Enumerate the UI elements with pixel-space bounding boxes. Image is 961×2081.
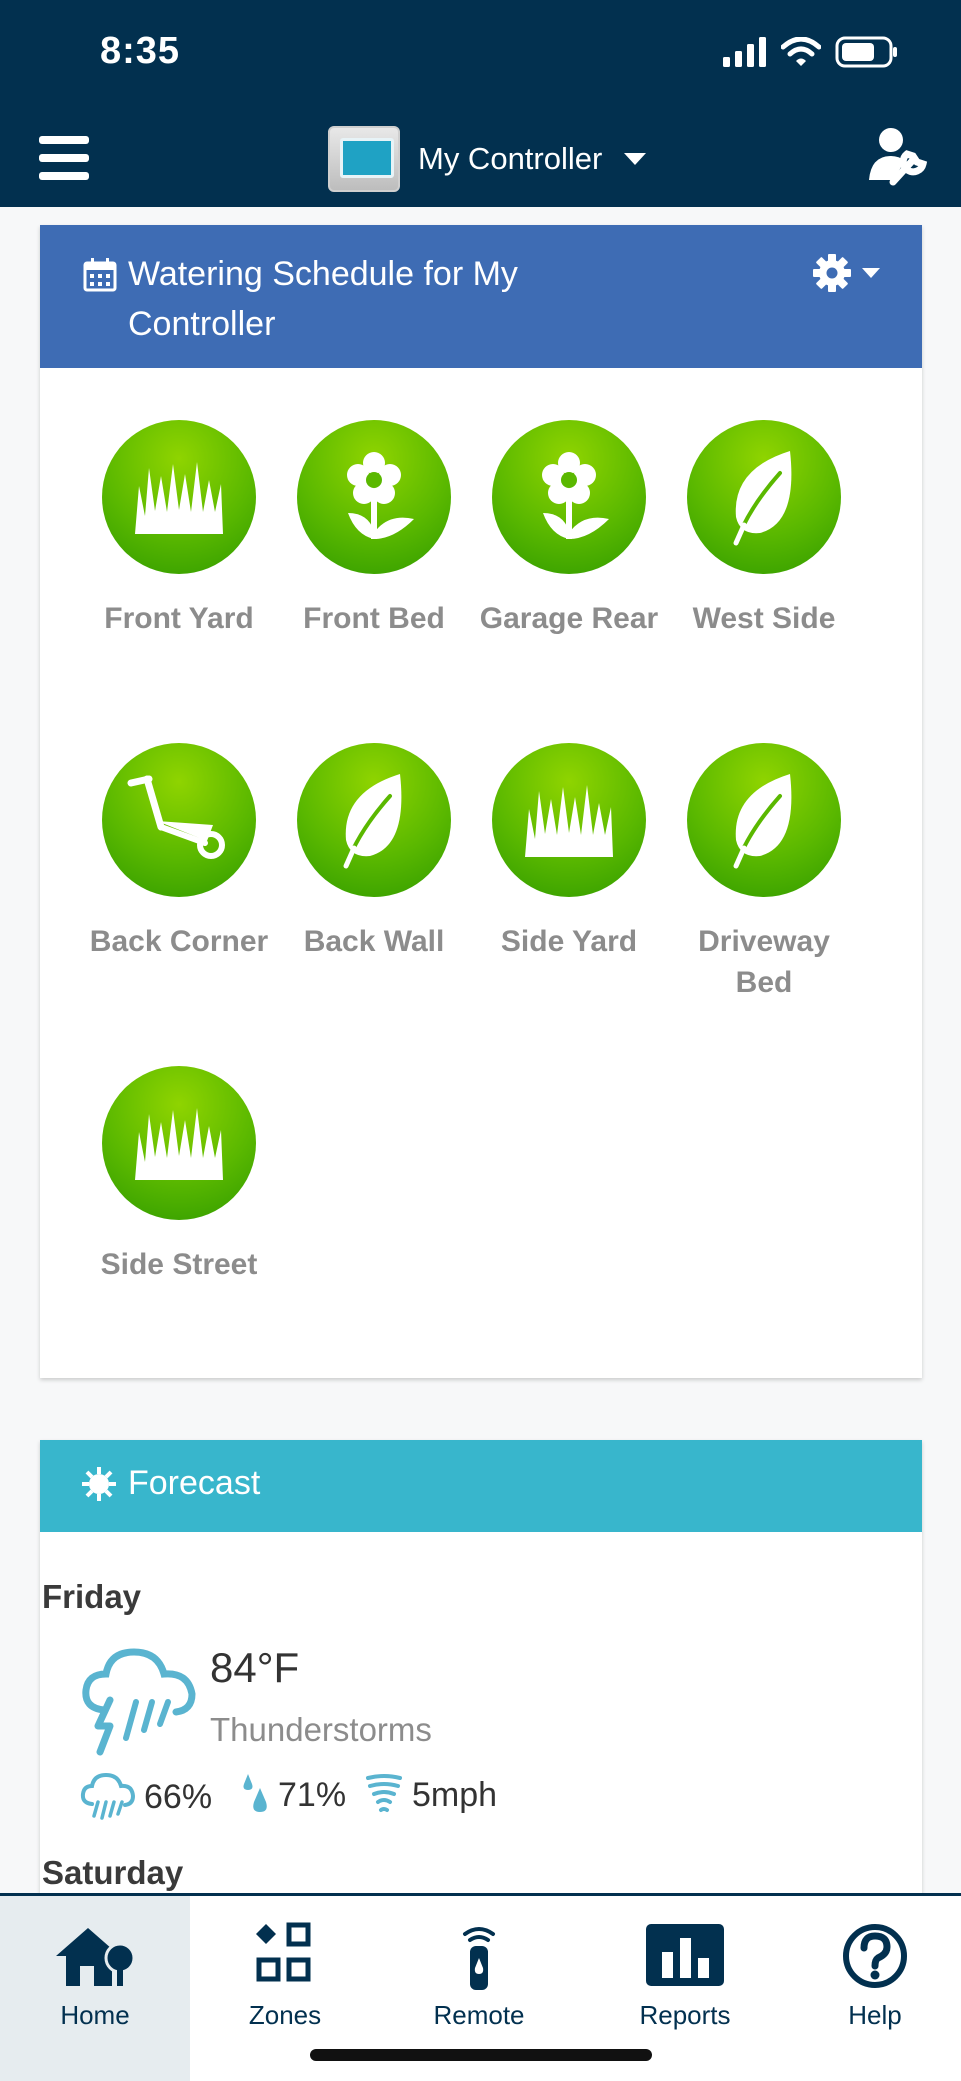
schedule-title: Watering Schedule for My Controller (128, 255, 518, 343)
forecast-condition: Thunderstorms (210, 1711, 432, 1748)
zone-name: Side Yard (500, 925, 638, 958)
zone-tile[interactable]: Front Bed (279, 420, 469, 639)
controller-name: My Controller (418, 141, 603, 176)
calendar-icon (83, 258, 117, 292)
zone-icon-circle (687, 420, 841, 574)
humidity-metric: 71% (240, 1772, 346, 1818)
battery-icon (835, 36, 897, 68)
zone-tile[interactable]: Side Yard (474, 743, 664, 962)
app-header: My Controller (0, 110, 961, 207)
forecast-day-label: Saturday (42, 1854, 184, 1891)
schedule-card-header: Watering Schedule for My Controller (40, 225, 922, 368)
zone-name: Front Bed (303, 602, 445, 635)
zone-icon-circle (492, 420, 646, 574)
wind-metric: 5mph (364, 1772, 497, 1818)
zone-tile[interactable]: Driveway Bed (669, 743, 859, 1003)
status-icons (723, 36, 899, 68)
wifi-icon (781, 37, 821, 66)
tab-home[interactable]: Home (0, 1896, 190, 2081)
home-icon (56, 1928, 136, 1986)
flower-icon (347, 452, 414, 539)
tab-label: Help (848, 2000, 902, 2030)
zone-name: Back Corner (89, 925, 269, 958)
zone-name: Driveway Bed (698, 925, 830, 999)
schedule-title-wrap: Watering Schedule for My Controller (82, 249, 642, 349)
forecast-title-wrap: Forecast (82, 1464, 260, 1503)
zone-name: Front Yard (104, 602, 254, 635)
help-icon (843, 1924, 907, 1988)
forecast-day-label: Friday (42, 1578, 142, 1615)
chevron-down-icon (624, 153, 647, 165)
zone-tile[interactable]: Back Corner (84, 743, 274, 962)
watering-schedule-card: Watering Schedule for My Controller Fron… (40, 225, 922, 1378)
leaf-icon (733, 774, 792, 869)
humidity-icon (243, 1774, 267, 1812)
user-settings-icon[interactable] (863, 124, 931, 192)
grass-icon (525, 785, 613, 857)
precip-chance: 66% (144, 1777, 213, 1816)
controller-dropdown[interactable]: My Controller (328, 124, 647, 194)
zone-name: Garage Rear (479, 602, 659, 635)
home-indicator (310, 2049, 652, 2061)
zone-icon-circle (102, 420, 256, 574)
wind-value: 5mph (412, 1775, 498, 1814)
zone-icon-circle (687, 743, 841, 897)
zone-name: Side Street (100, 1248, 258, 1281)
tab-label: Reports (639, 2000, 731, 2030)
forecast-card-header: Forecast (40, 1440, 922, 1532)
forecast-temperature: 84°F (210, 1644, 300, 1691)
precip-metric: 66% (80, 1772, 212, 1822)
grass-icon (135, 462, 223, 534)
signal-icon (723, 37, 766, 67)
status-bar: 8:35 (0, 0, 961, 110)
flower-icon (542, 452, 609, 539)
leaf-icon (343, 774, 402, 869)
sun-icon (82, 1466, 116, 1501)
forecast-title: Forecast (128, 1464, 261, 1502)
hamburger-menu-button[interactable] (36, 130, 92, 186)
reports-icon (646, 1924, 724, 1986)
status-time: 8:35 (100, 30, 181, 72)
remote-icon (463, 1927, 495, 1990)
zone-tile[interactable]: Back Wall (279, 743, 469, 962)
tab-label: Home (60, 2000, 130, 2030)
tab-help[interactable]: Help (780, 1896, 961, 2081)
zone-tile[interactable]: Side Street (84, 1066, 274, 1285)
zone-icon-circle (102, 1066, 256, 1220)
thunderstorm-icon (82, 1648, 196, 1756)
gear-icon (813, 254, 851, 292)
tab-label: Remote (433, 2000, 525, 2030)
zone-tile[interactable]: Front Yard (84, 420, 274, 639)
zone-icon-circle (297, 420, 451, 574)
rain-chance-icon (80, 1772, 136, 1820)
zone-icon-circle (492, 743, 646, 897)
wheelbarrow-icon (127, 775, 225, 859)
zone-icon-circle (102, 743, 256, 897)
menu-icon-bar (39, 154, 89, 162)
zones-icon (256, 1922, 311, 1982)
menu-icon-bar (39, 172, 89, 180)
controller-thumbnail (328, 126, 400, 192)
zone-icon-circle (297, 743, 451, 897)
tab-label: Zones (248, 2000, 322, 2030)
zone-name: West Side (692, 602, 836, 635)
zone-name: Back Wall (303, 925, 445, 958)
chevron-down-icon (862, 268, 880, 278)
wind-icon (366, 1774, 402, 1812)
humidity-value: 71% (278, 1775, 347, 1814)
schedule-settings-button[interactable] (812, 253, 880, 293)
zone-tile[interactable]: West Side (669, 420, 859, 639)
grass-icon (135, 1108, 223, 1180)
zone-tile[interactable]: Garage Rear (474, 420, 664, 639)
menu-icon-bar (39, 136, 89, 144)
leaf-icon (733, 451, 792, 546)
